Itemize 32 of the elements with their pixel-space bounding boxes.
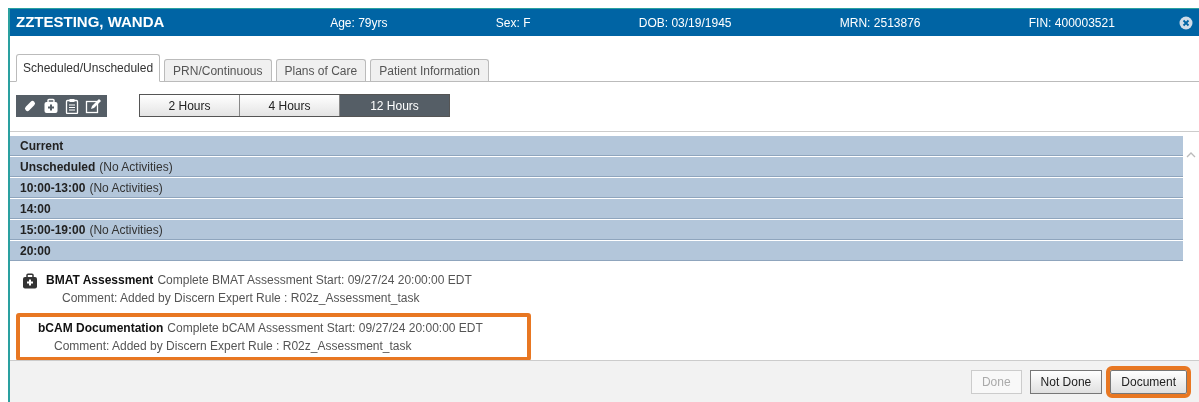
time-group-header[interactable]: 15:00-19:00 (No Activities) (10, 220, 1183, 240)
task-name: BMAT Assessment (46, 273, 154, 287)
medical-bag-icon[interactable] (43, 97, 59, 114)
task-comment: Comment: Added by Discern Expert Rule : R02z_Assessment_task (53, 338, 413, 355)
task-name: bCAM Documentation (38, 321, 164, 335)
edit-icon[interactable] (85, 97, 101, 114)
time-range-button[interactable]: 12 Hours (340, 95, 449, 116)
patient-detail: Sex: F (495, 14, 531, 32)
task-detail: Complete BMAT Assessment Start: 09/27/24 20:00:00 EDT (157, 273, 472, 287)
patient-detail: FIN: 400003521 (1028, 14, 1115, 32)
time-group-header[interactable]: 10:00-13:00 (No Activities) (10, 178, 1183, 198)
time-range-button[interactable]: 4 Hours (240, 95, 340, 116)
patient-detail: DOB: 03/19/1945 (638, 14, 732, 32)
task-item[interactable]: BMAT Assessment Complete BMAT Assessment Start: 09/27/24 20:00:00 EDT Comment: Added by Discern Expert Rule : R02z_Assessment_task (22, 271, 1183, 307)
patient-name: ZZTESTING, WANDA (16, 12, 166, 33)
task-detail: Complete bCAM Assessment Start: 09/27/24 20:00:00 EDT (167, 321, 483, 335)
time-range-button[interactable]: 2 Hours (140, 95, 240, 116)
tab[interactable]: PRN/Continuous (164, 59, 272, 81)
medical-bag-icon (22, 273, 38, 289)
time-group-header[interactable]: Unscheduled (No Activities) (10, 157, 1183, 177)
tab[interactable]: Patient Information (370, 59, 489, 81)
patient-detail: Age: 79yrs (330, 14, 388, 32)
time-group-header[interactable]: Current (10, 136, 1183, 156)
task-comment: Comment: Added by Discern Expert Rule : R02z_Assessment_task (61, 290, 421, 307)
time-group-header[interactable]: 14:00 (10, 199, 1183, 219)
patient-detail: MRN: 2513876 (839, 14, 921, 32)
tab[interactable]: Scheduled/Unscheduled (16, 54, 161, 82)
close-icon[interactable] (1179, 15, 1193, 30)
clipboard-icon[interactable] (64, 97, 80, 114)
action-button[interactable]: Not Done (1029, 369, 1103, 394)
tab[interactable]: Plans of Care (275, 59, 367, 81)
time-group-header[interactable]: 20:00 (10, 241, 1183, 261)
